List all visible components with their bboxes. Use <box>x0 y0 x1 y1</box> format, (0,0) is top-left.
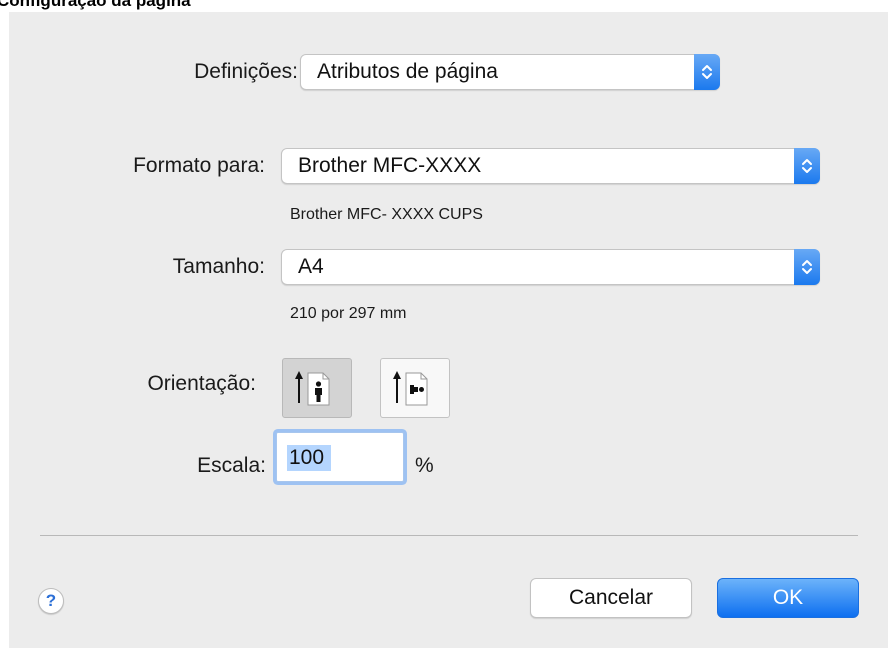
printer-driver-text: Brother MFC- XXXX CUPS <box>290 206 483 223</box>
portrait-orientation-button[interactable] <box>282 358 352 418</box>
chevron-updown-icon <box>794 148 820 184</box>
format-for-value: Brother MFC-XXXX <box>298 154 482 177</box>
format-for-popup[interactable]: Brother MFC-XXXX <box>281 148 820 184</box>
paper-size-value: A4 <box>298 255 324 278</box>
chevron-updown-icon <box>794 249 820 285</box>
scale-input[interactable]: 100 <box>276 432 404 482</box>
divider <box>40 535 858 536</box>
paper-size-label: Tamanho: <box>172 255 265 278</box>
scale-label: Escala: <box>197 454 266 477</box>
orientation-label: Orientação: <box>147 372 256 395</box>
scale-unit: % <box>415 454 434 477</box>
help-button[interactable]: ? <box>38 588 64 614</box>
chevron-updown-icon <box>694 54 720 90</box>
paper-size-popup[interactable]: A4 <box>281 249 820 285</box>
page-caption: Configuração da página <box>0 0 191 10</box>
portrait-icon <box>295 371 330 406</box>
landscape-icon <box>393 371 428 406</box>
paper-dimensions-text: 210 por 297 mm <box>290 305 407 322</box>
ok-button[interactable]: OK <box>717 578 859 618</box>
settings-value: Atributos de página <box>317 60 498 83</box>
format-for-label: Formato para: <box>133 154 265 177</box>
settings-label: Definições: <box>194 60 298 83</box>
cancel-button[interactable]: Cancelar <box>530 578 692 618</box>
landscape-orientation-button[interactable] <box>380 358 450 418</box>
settings-popup[interactable]: Atributos de página <box>300 54 720 90</box>
page-setup-dialog: Definições: Atributos de página Formato … <box>9 12 888 648</box>
scale-value: 100 <box>289 446 325 469</box>
